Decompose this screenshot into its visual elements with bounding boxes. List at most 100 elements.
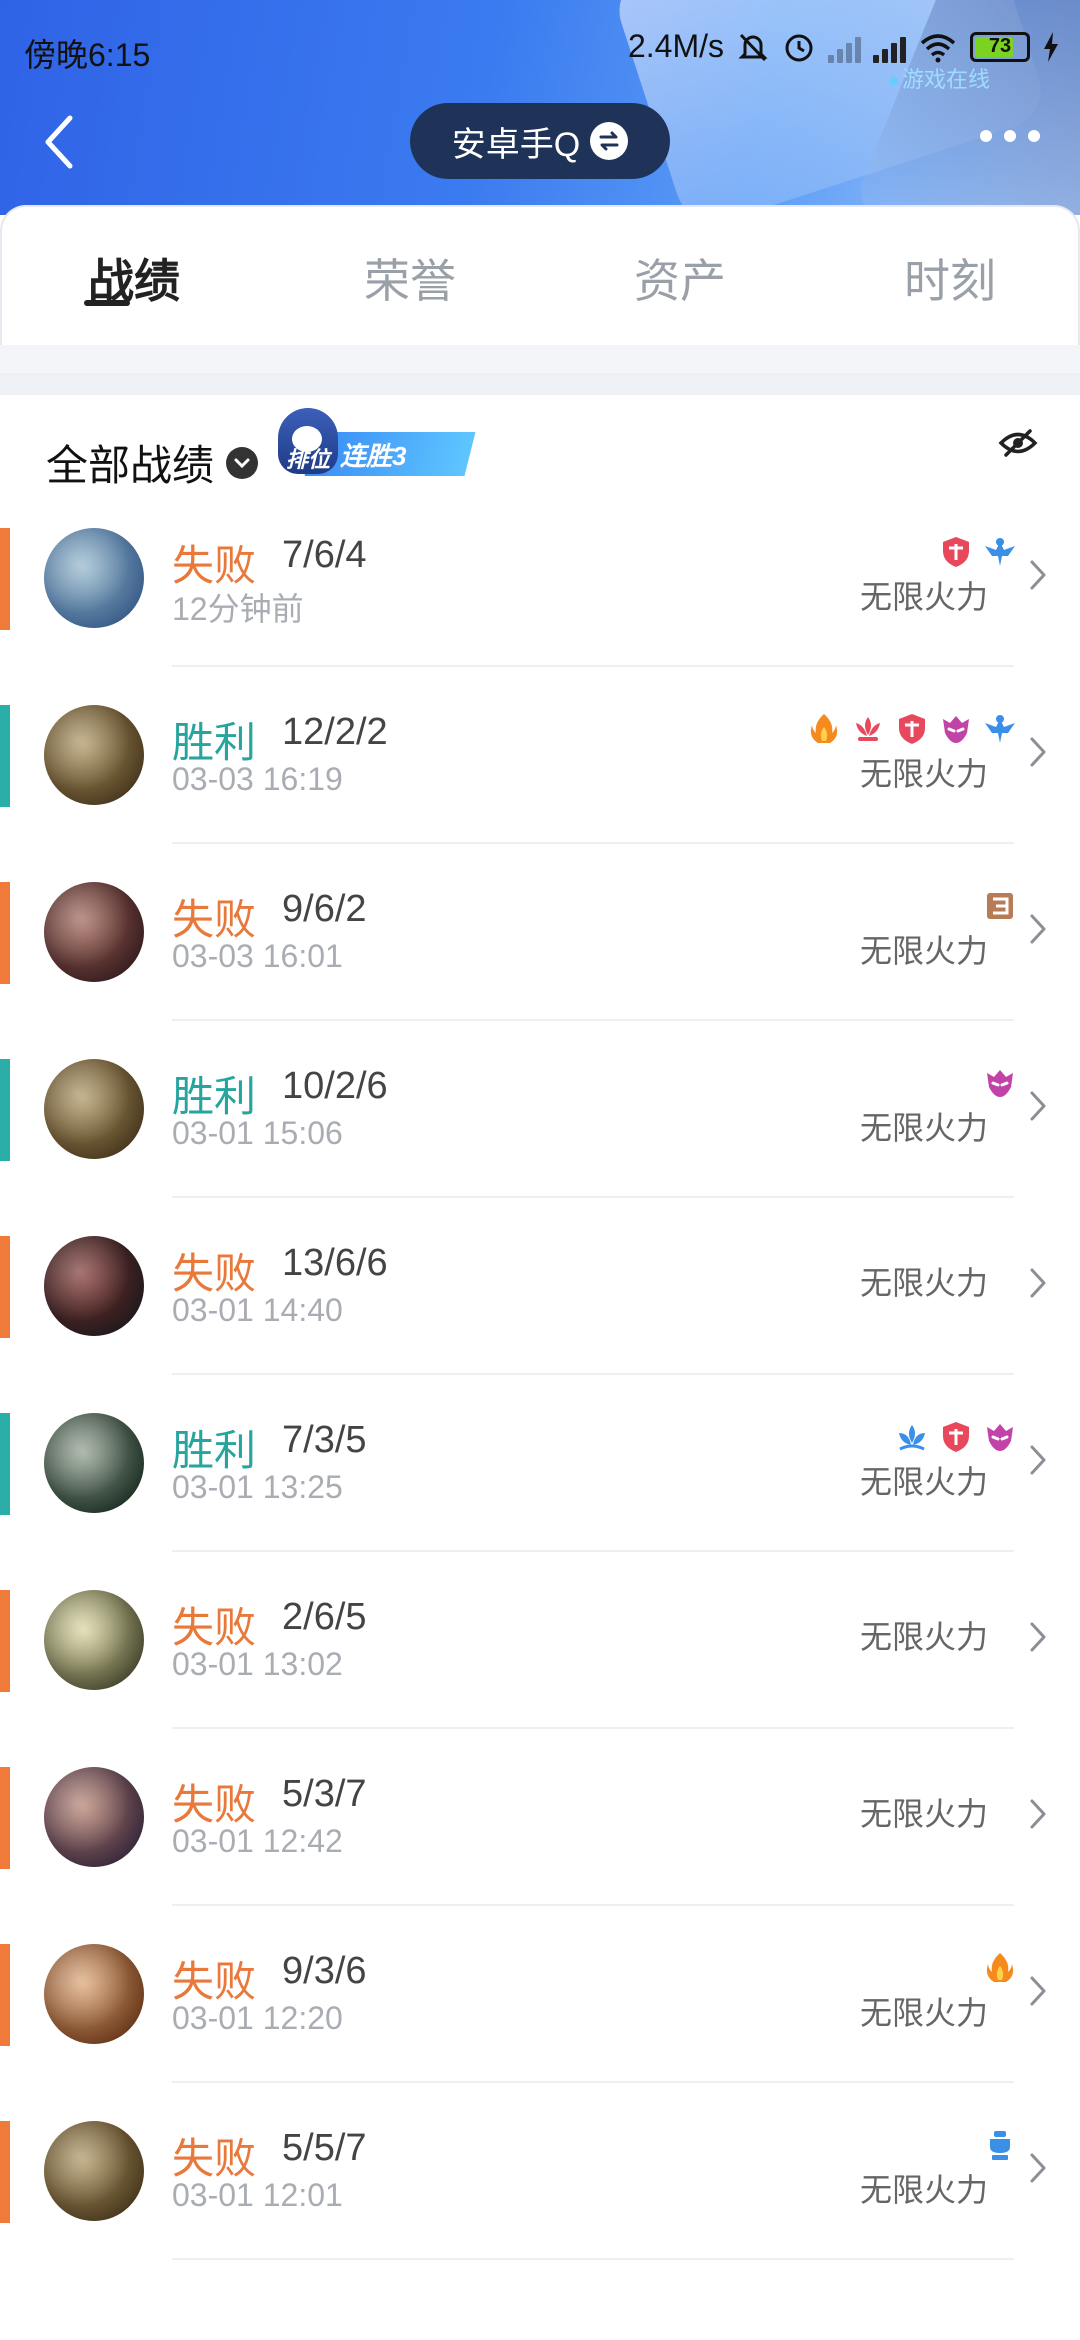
match-kda: 9/6/2 bbox=[282, 888, 367, 930]
result-indicator-bar bbox=[0, 1767, 10, 1869]
champion-avatar bbox=[44, 1944, 144, 2044]
result-indicator-bar bbox=[0, 882, 10, 984]
blue-wing-medal-icon bbox=[985, 715, 1015, 743]
result-indicator-bar bbox=[0, 1413, 10, 1515]
account-label: 安卓手Q bbox=[451, 125, 581, 164]
result-indicator-bar bbox=[0, 2121, 10, 2223]
row-divider bbox=[172, 842, 1014, 844]
match-list: 失败 7/6/4 12分钟前 无限火力 胜利 12/2/2 03-03 16:1… bbox=[0, 520, 1080, 2290]
status-time: 傍晚6:15 bbox=[24, 37, 151, 73]
back-arrow-icon bbox=[45, 115, 73, 169]
chevron-right-icon bbox=[1030, 1445, 1046, 1475]
orange-flame-medal-icon bbox=[810, 714, 838, 743]
tab-assets[interactable]: 资产 bbox=[634, 245, 726, 311]
game-mode: 无限火力 bbox=[859, 1619, 988, 1655]
match-row[interactable]: 失败 9/6/2 03-03 16:01 无限火力 bbox=[0, 874, 1080, 1051]
chevron-right-icon bbox=[1030, 914, 1046, 944]
match-time: 03-01 13:25 bbox=[172, 1469, 343, 1505]
match-row[interactable]: 失败 5/3/7 03-01 12:42 无限火力 bbox=[0, 1759, 1080, 1936]
match-kda: 12/2/2 bbox=[282, 711, 388, 753]
match-filter-dropdown[interactable]: 全部战绩 bbox=[46, 432, 259, 493]
cell-signal-icon bbox=[873, 31, 906, 63]
chevron-right-icon bbox=[1030, 1091, 1046, 1121]
result-indicator-bar bbox=[0, 1236, 10, 1338]
champion-avatar bbox=[44, 528, 144, 628]
red-shield-medal-icon bbox=[943, 1422, 969, 1452]
game-mode: 无限火力 bbox=[859, 933, 988, 969]
orange-flame-medal-icon bbox=[986, 1953, 1014, 1982]
row-divider bbox=[172, 1196, 1014, 1198]
tab-moments[interactable]: 时刻 bbox=[904, 245, 996, 311]
charging-icon bbox=[1044, 31, 1058, 62]
red-shield-medal-icon bbox=[899, 714, 925, 744]
win-streak-badge: 排位 连胜3 bbox=[278, 400, 476, 480]
back-button[interactable] bbox=[36, 112, 86, 172]
match-kda: 10/2/6 bbox=[282, 1065, 388, 1107]
blue-lotus-medal-icon bbox=[899, 1425, 925, 1451]
match-kda: 5/5/7 bbox=[282, 2127, 367, 2169]
result-indicator-bar bbox=[0, 1944, 10, 2046]
blue-wing-medal-icon bbox=[985, 538, 1015, 566]
account-switcher[interactable]: 安卓手Q bbox=[410, 103, 670, 179]
medal-list bbox=[938, 530, 1018, 574]
eye-hidden-icon[interactable] bbox=[998, 428, 1038, 458]
purple-mask-medal-icon bbox=[943, 716, 969, 743]
section-title: 全部战绩 bbox=[46, 442, 215, 489]
blue-trophy-medal-icon bbox=[990, 2131, 1010, 2160]
game-mode: 无限火力 bbox=[859, 579, 988, 615]
row-divider bbox=[172, 1727, 1014, 1729]
more-options-button[interactable] bbox=[980, 130, 1040, 142]
medal-list bbox=[982, 1946, 1018, 1990]
result-indicator-bar bbox=[0, 1590, 10, 1692]
champion-avatar bbox=[44, 2121, 144, 2221]
game-mode: 无限火力 bbox=[859, 1796, 988, 1832]
match-time: 03-01 15:06 bbox=[172, 1115, 343, 1151]
chevron-right-icon bbox=[1030, 737, 1046, 767]
champion-avatar bbox=[44, 1059, 144, 1159]
row-divider bbox=[172, 2258, 1014, 2260]
match-row[interactable]: 失败 13/6/6 03-01 14:40 无限火力 bbox=[0, 1228, 1080, 1405]
champion-avatar bbox=[44, 1590, 144, 1690]
champion-avatar bbox=[44, 705, 144, 805]
bell-muted-icon bbox=[738, 33, 768, 61]
purple-mask-medal-icon bbox=[987, 1424, 1013, 1451]
battery-level: 73 bbox=[988, 35, 1012, 57]
status-bar: 傍晚6:15 2.4M/s 73 游戏在线 bbox=[0, 0, 1080, 100]
match-row[interactable]: 失败 9/3/6 03-01 12:20 无限火力 bbox=[0, 1936, 1080, 2113]
row-divider bbox=[172, 1373, 1014, 1375]
match-time: 03-01 12:20 bbox=[172, 2000, 343, 2036]
match-row[interactable]: 胜利 12/2/2 03-03 16:19 无限火力 bbox=[0, 697, 1080, 874]
more-dot-icon bbox=[1028, 130, 1040, 142]
match-kda: 13/6/6 bbox=[282, 1242, 388, 1284]
cell-signal-icon bbox=[828, 31, 861, 63]
status-icons: 2.4M/s 73 bbox=[628, 28, 1060, 65]
battery-icon: 73 bbox=[970, 31, 1030, 62]
medal-list bbox=[982, 884, 1018, 928]
network-speed: 2.4M/s bbox=[627, 28, 724, 64]
match-time: 03-01 14:40 bbox=[172, 1292, 343, 1328]
chevron-right-icon bbox=[1030, 1622, 1046, 1652]
medal-list bbox=[982, 2123, 1018, 2167]
game-mode: 无限火力 bbox=[859, 1265, 988, 1301]
match-row[interactable]: 胜利 7/3/5 03-01 13:25 无限火力 bbox=[0, 1405, 1080, 1582]
alarm-icon bbox=[785, 34, 813, 61]
red-shield-medal-icon bbox=[943, 537, 969, 567]
game-mode: 无限火力 bbox=[859, 1464, 988, 1500]
match-row[interactable]: 失败 2/6/5 03-01 13:02 无限火力 bbox=[0, 1582, 1080, 1759]
match-row[interactable]: 胜利 10/2/6 03-01 15:06 无限火力 bbox=[0, 1051, 1080, 1228]
match-row[interactable]: 失败 5/5/7 03-01 12:01 无限火力 bbox=[0, 2113, 1080, 2290]
match-kda: 2/6/5 bbox=[282, 1596, 367, 1638]
active-tab-indicator bbox=[84, 300, 130, 306]
match-row[interactable]: 失败 7/6/4 12分钟前 无限火力 bbox=[0, 520, 1080, 697]
row-divider bbox=[172, 1550, 1014, 1552]
chevron-right-icon bbox=[1030, 2153, 1046, 2183]
match-kda: 9/3/6 bbox=[282, 1950, 367, 1992]
tab-honor[interactable]: 荣誉 bbox=[364, 245, 456, 311]
match-time: 03-03 16:01 bbox=[172, 938, 343, 974]
match-time: 03-03 16:19 bbox=[172, 761, 343, 797]
match-time: 03-01 12:42 bbox=[172, 1823, 343, 1859]
game-mode: 无限火力 bbox=[859, 2172, 988, 2208]
result-indicator-bar bbox=[0, 705, 10, 807]
match-kda: 7/6/4 bbox=[282, 534, 367, 576]
online-status: 游戏在线 bbox=[889, 62, 990, 94]
